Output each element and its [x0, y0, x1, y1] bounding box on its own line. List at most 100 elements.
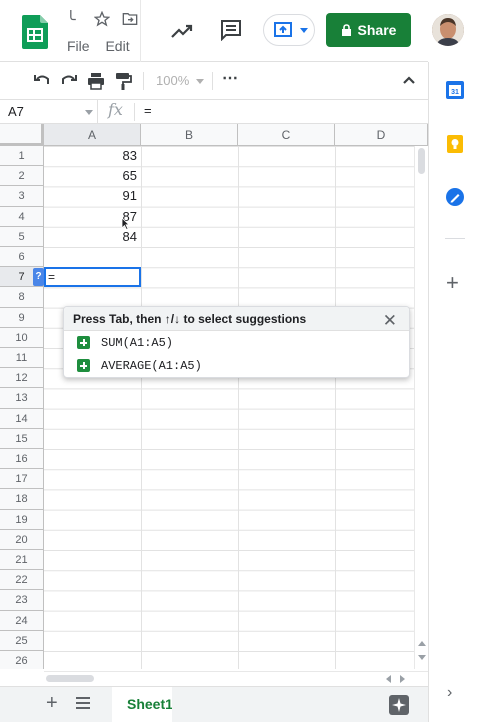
scroll-up-arrow-icon[interactable]	[418, 641, 426, 646]
row-header-10[interactable]: 10	[0, 327, 44, 348]
chevron-right-icon[interactable]: ›	[447, 684, 452, 702]
formula-help-badge[interactable]: ?	[33, 268, 44, 287]
redo-icon[interactable]	[60, 72, 78, 90]
row-header-17[interactable]: 17	[0, 469, 44, 490]
suggestions-header: Press Tab, then ↑/↓ to select suggestion…	[64, 307, 409, 331]
row-header-9[interactable]: 9	[0, 307, 44, 328]
menu-file[interactable]: File	[67, 38, 90, 54]
avatar[interactable]	[432, 14, 464, 46]
present-button[interactable]	[263, 14, 315, 46]
select-all-corner[interactable]	[0, 124, 44, 146]
suggestion-sum[interactable]: SUM(A1:A5)	[64, 331, 409, 354]
column-header-b[interactable]: B	[141, 124, 238, 146]
present-dropdown-icon	[300, 28, 308, 33]
comment-icon[interactable]	[219, 19, 243, 41]
row-header-11[interactable]: 11	[0, 348, 44, 369]
row-header-1[interactable]: 1	[0, 146, 44, 167]
row-header-6[interactable]: 6	[0, 247, 44, 268]
cell-a2[interactable]: 65	[44, 166, 141, 186]
explore-sparkle-icon	[392, 698, 406, 712]
row-header-22[interactable]: 22	[0, 570, 44, 591]
cell-a1[interactable]: 83	[44, 146, 141, 166]
column-header-d[interactable]: D	[335, 124, 428, 146]
all-sheets-icon[interactable]	[75, 695, 91, 711]
move-folder-icon[interactable]	[122, 12, 138, 26]
row-header-12[interactable]: 12	[0, 368, 44, 389]
toolbar: 100% ⋯	[0, 62, 428, 100]
add-sheet-icon[interactable]: +	[46, 692, 58, 715]
tasks-icon[interactable]	[445, 187, 465, 207]
paint-format-icon[interactable]	[114, 72, 132, 90]
horizontal-scrollbar[interactable]	[44, 671, 428, 685]
row-header-15[interactable]: 15	[0, 428, 44, 449]
add-icon[interactable]: +	[446, 270, 459, 296]
name-box[interactable]: A7	[0, 100, 98, 124]
chevron-up-icon[interactable]	[400, 71, 418, 89]
formula-separator	[134, 103, 135, 121]
row-header-4[interactable]: 4	[0, 206, 44, 227]
avatar-image	[432, 14, 464, 46]
app-header: ╰ File Edit Share	[0, 0, 464, 62]
close-icon[interactable]: ✕	[383, 311, 397, 331]
suggestion-label: SUM(A1:A5)	[101, 335, 174, 350]
row-header-24[interactable]: 24	[0, 610, 44, 631]
row-header-23[interactable]: 23	[0, 590, 44, 611]
undo-icon[interactable]	[33, 72, 51, 90]
cell-a3[interactable]: 91	[44, 186, 141, 206]
sheet-tab-bar: + Sheet1	[0, 686, 428, 722]
row-header-21[interactable]: 21	[0, 550, 44, 571]
side-panel: 31 + ›	[428, 62, 480, 722]
row-header-13[interactable]: 13	[0, 388, 44, 409]
column-header-c[interactable]: C	[238, 124, 335, 146]
trend-icon[interactable]	[170, 20, 194, 42]
svg-text:31: 31	[451, 89, 459, 96]
print-icon[interactable]	[87, 72, 105, 90]
row-header-26[interactable]: 26	[0, 651, 44, 669]
sheet-tab-label: Sheet1	[127, 696, 172, 712]
suggestion-label: AVERAGE(A1:A5)	[101, 358, 202, 373]
toolbar-separator	[143, 72, 144, 90]
row-header-19[interactable]: 19	[0, 509, 44, 530]
row-header-20[interactable]: 20	[0, 529, 44, 550]
row-header-2[interactable]: 2	[0, 166, 44, 187]
active-cell-editor[interactable]	[44, 267, 141, 288]
side-panel-separator	[445, 238, 465, 239]
row-header-8[interactable]: 8	[0, 287, 44, 308]
formula-input[interactable]: =	[144, 103, 152, 118]
active-cell-value[interactable]: =	[48, 268, 55, 286]
scroll-down-arrow-icon[interactable]	[418, 655, 426, 660]
menu-edit[interactable]: Edit	[105, 38, 129, 54]
name-box-dropdown-icon[interactable]	[85, 110, 93, 115]
sheets-logo-icon[interactable]	[22, 15, 48, 49]
share-button[interactable]: Share	[326, 13, 411, 47]
row-header-25[interactable]: 25	[0, 630, 44, 651]
vertical-scroll-thumb[interactable]	[418, 148, 425, 174]
fx-icon: fx	[108, 100, 123, 119]
title-fragment-icon: ╰	[66, 12, 76, 29]
star-icon[interactable]	[94, 11, 110, 27]
column-header-a[interactable]: A	[44, 124, 141, 146]
scroll-right-arrow-icon[interactable]	[400, 675, 405, 683]
formula-bar: A7 fx =	[0, 100, 428, 124]
lock-icon	[341, 23, 351, 36]
row-header-14[interactable]: 14	[0, 408, 44, 429]
formula-suggestions-popup: Press Tab, then ↑/↓ to select suggestion…	[63, 306, 410, 378]
row-header-16[interactable]: 16	[0, 449, 44, 470]
row-header-3[interactable]: 3	[0, 186, 44, 207]
vertical-scrollbar[interactable]	[414, 146, 428, 669]
toolbar-separator	[212, 72, 213, 90]
present-icon	[274, 22, 292, 37]
sheet-tab-sheet1[interactable]: Sheet1	[112, 687, 172, 722]
spreadsheet-grid[interactable]: ABCD 1 2 3 4 5 6 7 8 9 10 11 12 13 14 15 16 17 18 19 20 21 22…	[0, 124, 428, 669]
calendar-icon[interactable]: 31	[445, 80, 465, 100]
zoom-select[interactable]: 100%	[156, 73, 189, 88]
row-header-5[interactable]: 5	[0, 226, 44, 247]
suggestion-average[interactable]: AVERAGE(A1:A5)	[64, 354, 409, 377]
share-label: Share	[357, 22, 397, 38]
scroll-left-arrow-icon[interactable]	[386, 675, 391, 683]
row-header-18[interactable]: 18	[0, 489, 44, 510]
keep-icon[interactable]	[445, 134, 465, 154]
more-icon[interactable]: ⋯	[222, 68, 239, 88]
horizontal-scroll-thumb[interactable]	[46, 675, 94, 682]
explore-icon[interactable]	[389, 695, 409, 715]
